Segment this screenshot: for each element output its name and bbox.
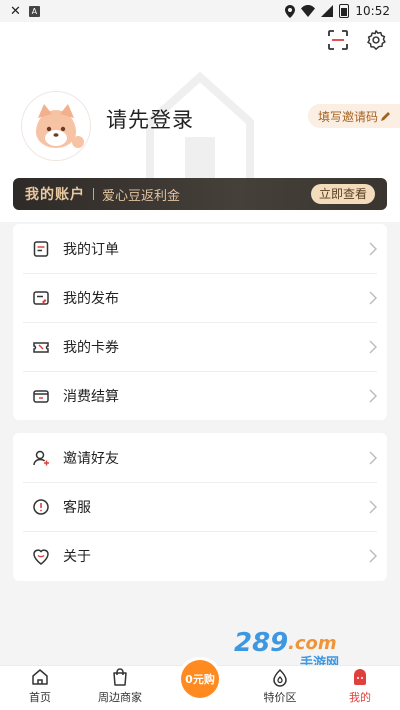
- home-icon: [30, 667, 50, 687]
- status-bar: ✕ A 10:52: [0, 0, 400, 22]
- chevron-right-icon: [369, 500, 377, 513]
- battery-icon: [339, 4, 350, 18]
- divider: [93, 188, 94, 200]
- menu-item-my-publish[interactable]: 我的发布: [13, 273, 387, 322]
- nav-special-price[interactable]: 特价区: [240, 666, 320, 710]
- menu-item-my-orders[interactable]: 我的订单: [13, 224, 387, 273]
- chevron-right-icon: [369, 549, 377, 562]
- mine-icon: [350, 667, 370, 687]
- wifi-icon: [301, 5, 316, 17]
- menu-item-customer-service[interactable]: 客服: [13, 482, 387, 531]
- svg-text:.com: .com: [288, 633, 337, 654]
- location-icon: [285, 4, 296, 18]
- shop-bag-icon: [110, 667, 130, 687]
- nav-label: 首页: [29, 691, 51, 704]
- nav-label: 周边商家: [98, 691, 142, 704]
- menu-card-orders: 我的订单 我的发布 我的卡券 消费结算: [13, 224, 387, 420]
- customer-service-icon: [31, 497, 51, 517]
- settings-gear-icon[interactable]: [364, 28, 388, 52]
- zero-purchase-badge: 0元购: [181, 660, 219, 698]
- menu-label: 关于: [63, 548, 91, 565]
- login-prompt[interactable]: 请先登录: [106, 104, 194, 134]
- chevron-right-icon: [369, 291, 377, 304]
- menu-item-about[interactable]: 关于: [13, 531, 387, 580]
- scan-icon[interactable]: [326, 28, 350, 52]
- menu-label: 邀请好友: [63, 450, 119, 467]
- menu-card-support: 邀请好友 客服 关于: [13, 433, 387, 581]
- chevron-right-icon: [369, 389, 377, 402]
- chevron-right-icon: [369, 340, 377, 353]
- svg-text:289: 289: [234, 628, 288, 658]
- bottom-navigation: 首页 周边商家 0元购 特价区 我的: [0, 660, 400, 710]
- close-icon: ✕: [10, 3, 21, 19]
- publish-icon: [31, 288, 51, 308]
- view-now-button[interactable]: 立即查看: [310, 184, 375, 204]
- a-icon: A: [28, 5, 40, 17]
- fox-avatar-icon: [22, 92, 90, 160]
- site-watermark-logo: 289 .com 手游网: [234, 628, 339, 669]
- nav-label: 特价区: [263, 691, 297, 704]
- menu-label: 我的订单: [63, 241, 119, 258]
- menu-label: 我的卡券: [63, 339, 119, 356]
- chevron-right-icon: [369, 242, 377, 255]
- nav-home[interactable]: 首页: [0, 666, 80, 710]
- nav-mine[interactable]: 我的: [320, 666, 400, 710]
- zero-purchase-label: 0元购: [185, 673, 215, 686]
- special-price-icon: [270, 667, 290, 687]
- chevron-right-icon: [369, 451, 377, 464]
- menu-label: 我的发布: [63, 290, 119, 307]
- menu-item-my-coupons[interactable]: 我的卡券: [13, 322, 387, 371]
- menu-item-settlement[interactable]: 消费结算: [13, 371, 387, 420]
- account-subtitle: 爱心豆返利金: [102, 188, 181, 204]
- nav-zero-purchase[interactable]: 0元购: [160, 660, 240, 710]
- pencil-icon: [381, 112, 390, 121]
- menu-label: 客服: [63, 499, 91, 516]
- account-title: 我的账户: [25, 187, 85, 203]
- signal-icon: [321, 5, 334, 17]
- invite-code-button[interactable]: 填写邀请码: [307, 104, 400, 128]
- about-icon: [31, 546, 51, 566]
- settlement-icon: [31, 386, 51, 406]
- coupon-icon: [31, 337, 51, 357]
- account-banner[interactable]: 我的账户 爱心豆返利金 立即查看: [13, 178, 387, 210]
- menu-label: 消费结算: [63, 388, 119, 405]
- nav-nearby-shops[interactable]: 周边商家: [80, 666, 160, 710]
- menu-item-invite-friends[interactable]: 邀请好友: [13, 433, 387, 482]
- invite-friend-icon: [31, 448, 51, 468]
- order-icon: [31, 239, 51, 259]
- status-time: 10:52: [355, 4, 390, 18]
- invite-code-label: 填写邀请码: [317, 109, 378, 124]
- nav-label: 我的: [349, 691, 371, 704]
- avatar[interactable]: [22, 92, 90, 160]
